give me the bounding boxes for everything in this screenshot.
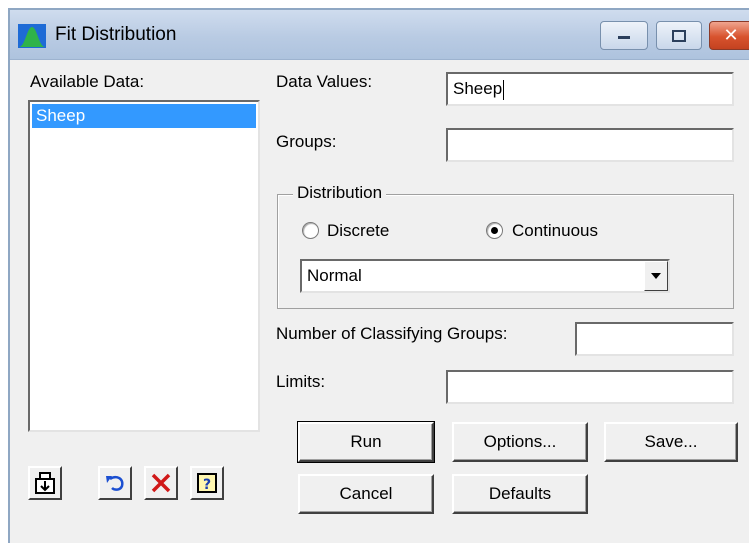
data-values-field[interactable]: Sheep: [446, 72, 734, 106]
clear-button[interactable]: [144, 466, 178, 500]
available-data-list[interactable]: Sheep: [28, 100, 260, 432]
copy-to-field-button[interactable]: [28, 466, 62, 500]
discrete-radio[interactable]: [302, 222, 319, 239]
distribution-app-icon: [18, 24, 46, 48]
minimize-icon: [618, 35, 630, 39]
fit-distribution-window: Fit Distribution ✕ Available Data: Sheep…: [8, 8, 749, 543]
close-icon: ✕: [723, 25, 739, 46]
undo-icon: [106, 476, 124, 491]
data-values-label: Data Values:: [276, 72, 373, 91]
dropdown-arrow-button[interactable]: [644, 261, 668, 291]
maximize-button[interactable]: [656, 21, 702, 50]
discrete-label[interactable]: Discrete: [327, 221, 389, 241]
undo-button[interactable]: [98, 466, 132, 500]
classifying-groups-field[interactable]: [575, 322, 734, 356]
run-button[interactable]: Run: [297, 421, 435, 463]
close-button[interactable]: ✕: [709, 21, 749, 50]
list-item-sheep[interactable]: Sheep: [32, 104, 256, 128]
text-caret: [503, 79, 505, 100]
minimize-button[interactable]: [600, 21, 648, 50]
available-data-label: Available Data:: [30, 72, 145, 91]
radio-selected-dot: [491, 227, 498, 234]
limits-field[interactable]: [446, 370, 734, 404]
distribution-legend: Distribution: [293, 183, 387, 203]
help-button[interactable]: ?: [190, 466, 224, 500]
continuous-radio[interactable]: [486, 222, 503, 239]
title-bar[interactable]: Fit Distribution ✕: [10, 10, 749, 60]
cancel-button[interactable]: Cancel: [298, 474, 434, 514]
transfer-icon: [35, 472, 55, 494]
groups-label: Groups:: [276, 132, 337, 151]
groups-field[interactable]: [446, 128, 734, 162]
maximize-icon: [672, 29, 686, 42]
continuous-label[interactable]: Continuous: [512, 221, 598, 241]
options-button[interactable]: Options...: [452, 422, 588, 462]
help-glyph: ?: [203, 477, 211, 493]
limits-label: Limits:: [276, 372, 326, 391]
data-values-text: Sheep: [453, 79, 503, 98]
delete-x-icon: [151, 473, 171, 493]
window-title: Fit Distribution: [55, 24, 177, 45]
save-button[interactable]: Save...: [604, 422, 738, 462]
chevron-down-icon: [651, 273, 661, 279]
distribution-type-value: Normal: [307, 266, 362, 285]
defaults-button[interactable]: Defaults: [452, 474, 588, 514]
distribution-type-dropdown[interactable]: Normal: [300, 259, 670, 293]
help-icon: ?: [197, 473, 217, 493]
classifying-groups-label: Number of Classifying Groups:: [276, 324, 508, 343]
